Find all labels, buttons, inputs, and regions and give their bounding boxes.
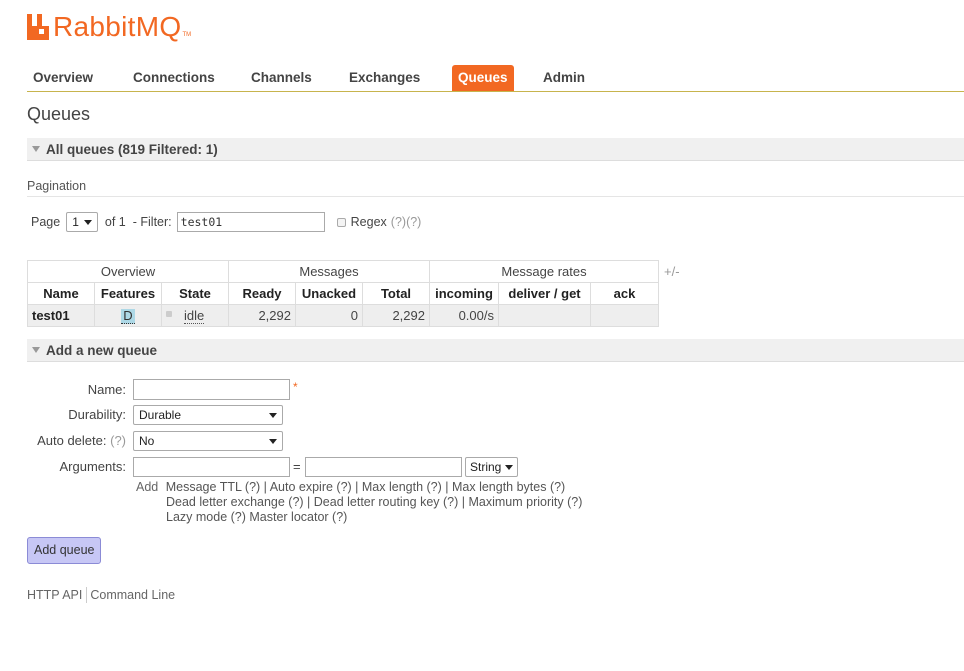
feature-durable-badge: D: [121, 307, 135, 324]
filter-input[interactable]: test01: [176, 212, 325, 232]
column-header-ready[interactable]: Ready: [228, 282, 296, 305]
tab-channels[interactable]: Channels: [245, 65, 318, 91]
queue-unacked-count: 0: [295, 304, 363, 327]
tab-queues[interactable]: Queues: [452, 65, 514, 91]
footer: HTTP API Command Line: [27, 587, 175, 603]
rabbitmq-logo[interactable]: RabbitMQ TM: [27, 12, 191, 42]
state-indicator-icon: [166, 311, 172, 317]
rabbitmq-logo-icon: [27, 14, 49, 40]
column-header-total[interactable]: Total: [362, 282, 430, 305]
tab-admin[interactable]: Admin: [537, 65, 591, 91]
column-header-state[interactable]: State: [161, 282, 229, 305]
auto-delete-select[interactable]: No: [133, 431, 283, 451]
column-header-unacked[interactable]: Unacked: [295, 282, 363, 305]
page-of-label: of 1: [104, 215, 126, 229]
argument-type-value: String: [470, 460, 502, 474]
argument-shortcuts-line-2[interactable]: Dead letter exchange (?) | Dead letter r…: [166, 495, 582, 509]
add-queue-section-toggle[interactable]: Add a new queue: [27, 339, 964, 362]
regex-checkbox[interactable]: [336, 217, 346, 227]
argument-key-input[interactable]: [133, 457, 290, 477]
auto-delete-help-link[interactable]: (?): [110, 433, 126, 448]
pagination-label: Pagination: [27, 179, 87, 193]
pagination-divider: [27, 196, 964, 197]
group-header-messages: Messages: [228, 260, 430, 283]
column-header-deliver-get[interactable]: deliver / get: [498, 282, 591, 305]
queue-name-link[interactable]: test01: [27, 304, 95, 327]
queue-deliver-get-rate: [498, 304, 591, 327]
auto-delete-select-value: No: [139, 434, 155, 448]
column-header-features[interactable]: Features: [94, 282, 162, 305]
chevron-down-icon: [269, 413, 277, 418]
page-label: Page: [31, 215, 61, 229]
collapse-triangle-icon: [32, 347, 40, 353]
main-nav: Overview Connections Channels Exchanges …: [27, 65, 964, 92]
all-queues-section-toggle[interactable]: All queues (819 Filtered: 1): [27, 138, 964, 161]
durability-select-value: Durable: [139, 408, 182, 422]
queue-ack-rate: [590, 304, 659, 327]
add-argument-word: Add: [136, 480, 159, 494]
group-header-overview: Overview: [27, 260, 229, 283]
argument-shortcuts-line-1: Add Message TTL (?) | Auto expire (?) | …: [136, 480, 565, 494]
filter-label: - Filter:: [132, 215, 172, 229]
argument-type-select[interactable]: String: [465, 457, 518, 477]
column-header-name[interactable]: Name: [27, 282, 95, 305]
queue-state: idle: [184, 308, 205, 324]
chevron-down-icon: [505, 465, 513, 470]
name-label: Name:: [87, 382, 126, 397]
column-header-ack[interactable]: ack: [590, 282, 659, 305]
brand-tm: TM: [182, 32, 192, 38]
chevron-down-icon: [83, 220, 92, 225]
footer-divider: [86, 587, 88, 603]
auto-delete-label: Auto delete:: [37, 433, 107, 448]
tab-overview[interactable]: Overview: [27, 65, 99, 91]
queue-incoming-rate: 0.00/s: [429, 304, 499, 327]
command-line-link[interactable]: Command Line: [90, 588, 175, 602]
arguments-label: Arguments:: [59, 459, 126, 474]
page-title: Queues: [27, 104, 91, 124]
argument-shortcut-links[interactable]: Message TTL (?) | Auto expire (?) | Max …: [166, 480, 566, 494]
queues-table: Overview Messages Message rates Name Fea…: [27, 260, 659, 327]
queue-total-count: 2,292: [362, 304, 430, 327]
regex-help-link-2[interactable]: (?): [406, 215, 421, 229]
brand-name: RabbitMQ: [53, 11, 182, 42]
tab-exchanges[interactable]: Exchanges: [343, 65, 426, 91]
all-queues-heading: All queues (819 Filtered: 1): [46, 142, 218, 157]
add-queue-button[interactable]: Add queue: [27, 537, 102, 564]
column-toggle-link[interactable]: +/-: [664, 264, 680, 279]
argument-value-input[interactable]: [305, 457, 462, 477]
page-select-value: 1: [72, 215, 79, 229]
add-queue-heading: Add a new queue: [46, 343, 158, 358]
group-header-message-rates: Message rates: [429, 260, 659, 283]
required-mark: *: [293, 380, 298, 394]
chevron-down-icon: [269, 439, 277, 444]
tab-connections[interactable]: Connections: [127, 65, 221, 91]
collapse-triangle-icon: [32, 146, 40, 152]
regex-label: Regex: [350, 215, 387, 229]
queue-ready-count: 2,292: [228, 304, 296, 327]
pager: Page 1 of 1 - Filter: test01 Regex (?) (…: [31, 212, 421, 232]
regex-help-link[interactable]: (?): [391, 215, 406, 229]
http-api-link[interactable]: HTTP API: [27, 588, 82, 602]
argument-equals: =: [293, 459, 301, 474]
durability-select[interactable]: Durable: [133, 405, 283, 425]
page-select[interactable]: 1: [66, 212, 98, 232]
column-header-incoming[interactable]: incoming: [429, 282, 499, 305]
durability-label: Durability:: [68, 407, 126, 422]
queue-name-input[interactable]: [133, 379, 290, 400]
table-row: test01 D idle 2,292 0 2,292 0.00/s: [27, 304, 659, 327]
argument-shortcuts-line-3[interactable]: Lazy mode (?) Master locator (?): [166, 510, 347, 524]
auto-delete-label-group: Auto delete: (?): [37, 433, 126, 448]
